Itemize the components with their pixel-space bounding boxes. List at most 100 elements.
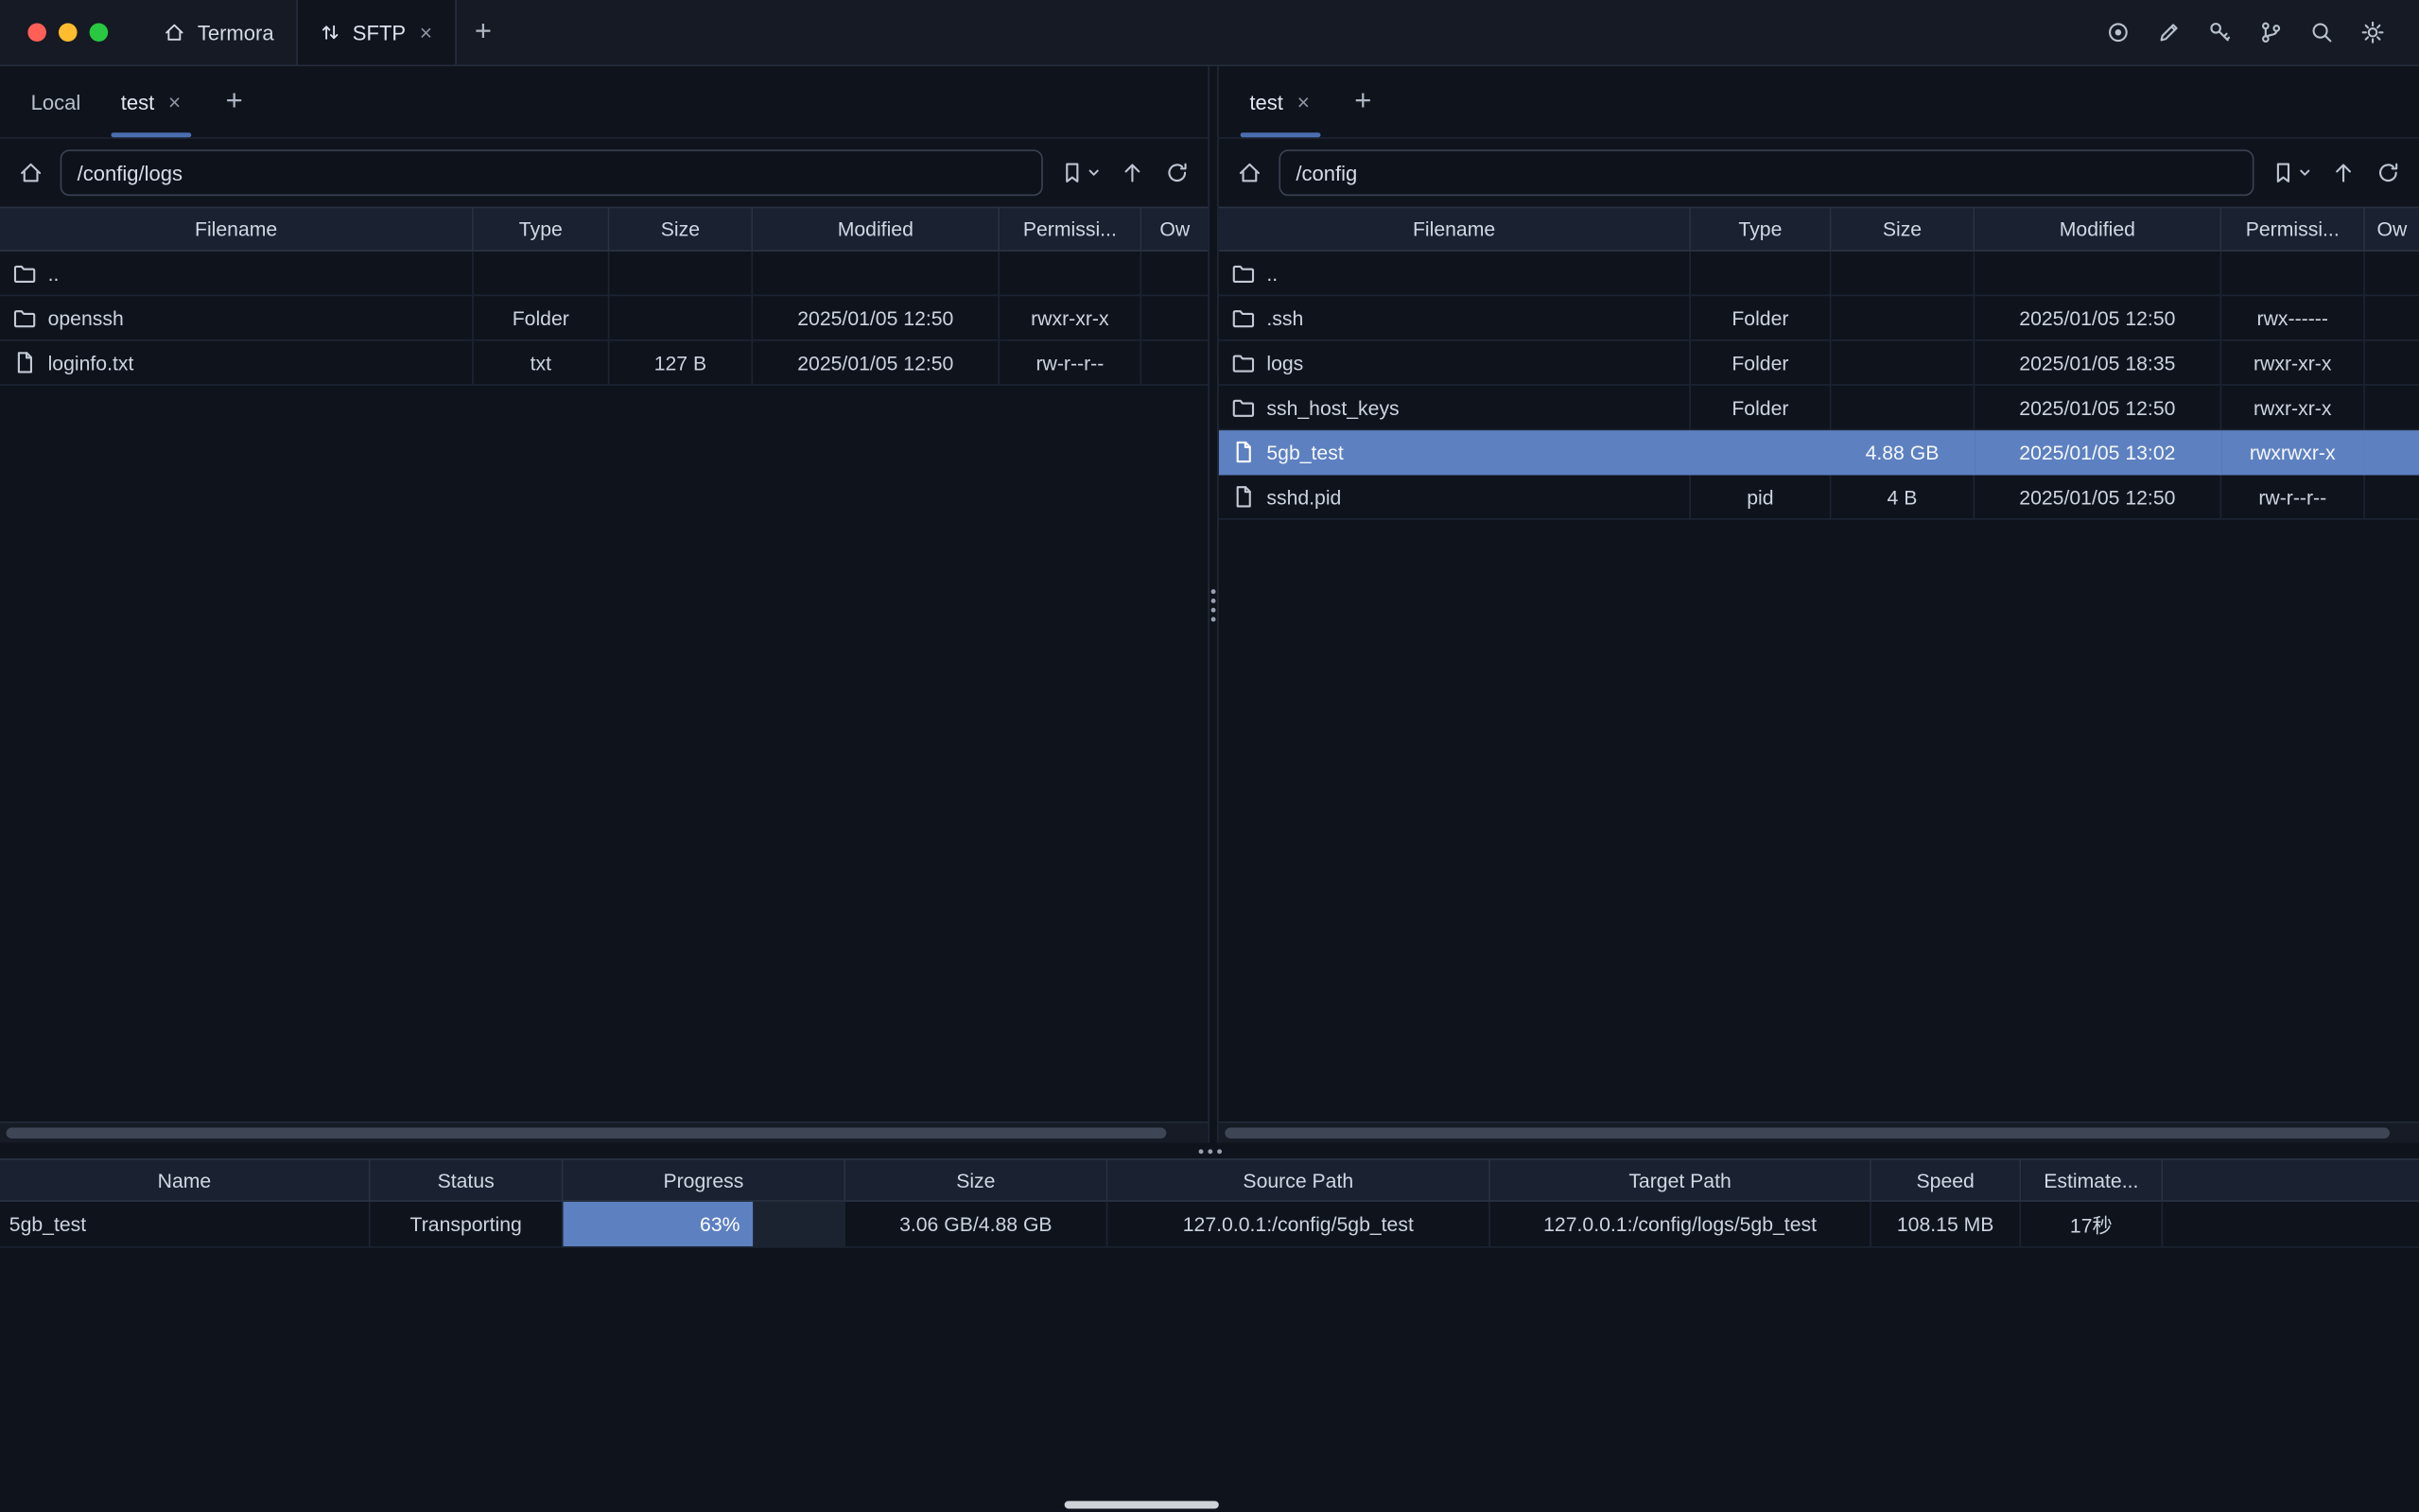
file-row[interactable]: .. (1219, 252, 2419, 296)
file-row[interactable]: .. (0, 252, 1208, 296)
right-horizontal-scrollbar[interactable] (1219, 1121, 2419, 1143)
right-tab-test-close-icon[interactable]: × (1296, 91, 1312, 113)
minimize-window-button[interactable] (59, 23, 78, 42)
branch-button[interactable] (2258, 20, 2283, 44)
cell-type (1691, 430, 1831, 475)
column-header-type[interactable]: Type (474, 207, 610, 252)
arrow-up-icon (1120, 161, 1144, 185)
cell-type (1691, 252, 1831, 296)
column-header-modified[interactable]: Modified (1975, 207, 2221, 252)
close-window-button[interactable] (27, 23, 46, 42)
cell-type: Folder (1691, 341, 1831, 386)
transfer-row[interactable]: 5gb_test Transporting 63% 3.06 GB/4.88 G… (0, 1202, 2419, 1248)
column-header-source-path[interactable]: Source Path (1107, 1158, 1490, 1202)
cell-transfer-target: 127.0.0.1:/config/logs/5gb_test (1490, 1202, 1871, 1248)
cell-modified: 2025/01/05 12:50 (1975, 386, 2221, 430)
key-icon (2208, 20, 2233, 44)
cell-owner (2365, 386, 2419, 430)
file-row[interactable]: .ssh Folder 2025/01/05 12:50 rwx------ (1219, 296, 2419, 340)
record-button[interactable] (2106, 20, 2131, 44)
file-row[interactable]: logs Folder 2025/01/05 18:35 rwxr-xr-x (1219, 341, 2419, 386)
cell-transfer-source: 127.0.0.1:/config/5gb_test (1107, 1202, 1490, 1248)
column-header-size[interactable]: Size (1831, 207, 1975, 252)
left-tab-test-close-icon[interactable]: × (166, 91, 183, 113)
cell-owner (2365, 475, 2419, 519)
cell-permissions: rwx------ (2221, 296, 2365, 340)
cell-size (609, 252, 753, 296)
cell-permissions: rwxr-xr-x (2221, 341, 2365, 386)
right-refresh-button[interactable] (2373, 157, 2404, 188)
cell-transfer-filler (2163, 1202, 2419, 1248)
right-up-directory-button[interactable] (2328, 157, 2359, 188)
column-header-modified[interactable]: Modified (753, 207, 1000, 252)
column-header-target-path[interactable]: Target Path (1490, 1158, 1871, 1202)
right-new-tab-button[interactable]: + (1339, 66, 1387, 137)
termora-window: Termora SFTP × + Local test (0, 0, 2419, 1512)
left-bookmark-button[interactable] (1056, 157, 1103, 188)
left-refresh-button[interactable] (1161, 157, 1192, 188)
home-icon (19, 161, 44, 185)
right-tab-test-label: test (1249, 90, 1283, 113)
cell-transfer-size: 3.06 GB/4.88 GB (845, 1202, 1107, 1248)
column-header-type[interactable]: Type (1691, 207, 1831, 252)
transfers-table-header: Name Status Progress Size Source Path Ta… (0, 1158, 2419, 1202)
column-header-status[interactable]: Status (371, 1158, 564, 1202)
cell-filename: .. (1219, 252, 1691, 296)
left-path-input[interactable] (61, 149, 1043, 196)
column-header-owner[interactable]: Ow (1141, 207, 1208, 252)
file-row[interactable]: openssh Folder 2025/01/05 12:50 rwxr-xr-… (0, 296, 1208, 340)
column-header-size[interactable]: Size (609, 207, 753, 252)
scrollbar-thumb[interactable] (7, 1128, 1166, 1138)
left-horizontal-scrollbar[interactable] (0, 1121, 1208, 1143)
key-manager-button[interactable] (2208, 20, 2233, 44)
cell-transfer-status: Transporting (371, 1202, 564, 1248)
pane-splitter[interactable] (1208, 66, 1218, 1143)
new-window-tab-button[interactable]: + (457, 0, 509, 65)
file-row[interactable]: loginfo.txt txt 127 B 2025/01/05 12:50 r… (0, 341, 1208, 386)
column-header-permissions[interactable]: Permissi... (1000, 207, 1141, 252)
left-up-directory-button[interactable] (1117, 157, 1148, 188)
transfers-splitter[interactable] (0, 1143, 2419, 1158)
column-header-permissions[interactable]: Permissi... (2221, 207, 2365, 252)
column-header-estimate[interactable]: Estimate... (2021, 1158, 2163, 1202)
column-header-filename[interactable]: Filename (0, 207, 474, 252)
search-button[interactable] (2309, 20, 2334, 44)
left-tab-local-label: Local (31, 90, 81, 113)
left-tab-test[interactable]: test × (109, 66, 195, 137)
bottom-scrollbar-thumb[interactable] (1065, 1501, 1219, 1508)
left-new-tab-button[interactable]: + (210, 66, 258, 137)
tab-termora[interactable]: Termora (142, 0, 295, 65)
zoom-window-button[interactable] (90, 23, 109, 42)
column-header-progress[interactable]: Progress (563, 1158, 845, 1202)
column-header-name[interactable]: Name (0, 1158, 371, 1202)
file-row[interactable]: ssh_host_keys Folder 2025/01/05 12:50 rw… (1219, 386, 2419, 430)
cell-filename: sshd.pid (1219, 475, 1691, 519)
column-header-owner[interactable]: Ow (2365, 207, 2419, 252)
left-tab-test-label: test (121, 90, 155, 113)
left-home-button[interactable] (15, 157, 46, 188)
right-path-input[interactable] (1279, 149, 2254, 196)
tab-sftp[interactable]: SFTP × (295, 0, 457, 65)
left-tab-local[interactable]: Local (19, 66, 94, 137)
splitter-grip-dot (1216, 1149, 1221, 1154)
file-row-selected[interactable]: 5gb_test 4.88 GB 2025/01/05 13:02 rwxrwx… (1219, 430, 2419, 475)
cell-owner (1141, 341, 1208, 386)
right-tab-test[interactable]: test × (1237, 66, 1323, 137)
left-pane-empty-area (0, 386, 1208, 1121)
right-table-header: Filename Type Size Modified Permissi... … (1219, 207, 2419, 252)
tab-sftp-close-icon[interactable]: × (418, 22, 434, 43)
right-bookmark-button[interactable] (2268, 157, 2314, 188)
cell-modified (1975, 252, 2221, 296)
file-row[interactable]: sshd.pid pid 4 B 2025/01/05 12:50 rw-r--… (1219, 475, 2419, 519)
settings-button[interactable] (2360, 20, 2385, 44)
right-home-button[interactable] (1234, 157, 1265, 188)
cell-filename: logs (1219, 341, 1691, 386)
scrollbar-thumb[interactable] (1225, 1128, 2389, 1138)
column-header-speed[interactable]: Speed (1871, 1158, 2021, 1202)
edit-button[interactable] (2157, 20, 2182, 44)
cell-owner (2365, 296, 2419, 340)
column-header-size[interactable]: Size (845, 1158, 1107, 1202)
column-header-filename[interactable]: Filename (1219, 207, 1691, 252)
cell-owner (2365, 430, 2419, 475)
chevron-down-icon (1088, 166, 1100, 179)
